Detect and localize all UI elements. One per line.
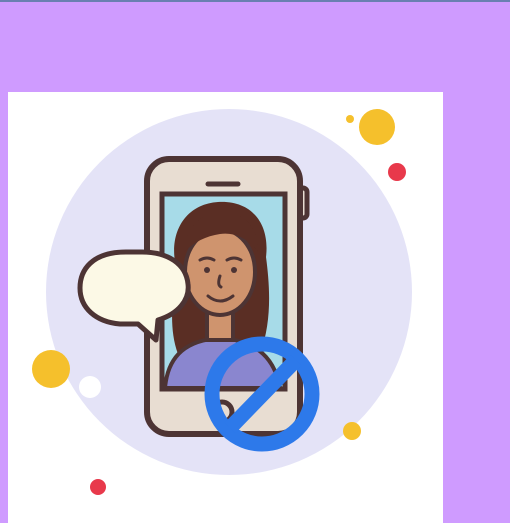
dot-yellow-right <box>343 422 361 440</box>
dot-red-top <box>388 163 406 181</box>
dot-yellow-left <box>32 350 70 388</box>
dot-yellow-tiny <box>346 115 354 123</box>
top-border <box>0 0 510 2</box>
dot-white-left <box>79 376 101 398</box>
dot-yellow-top <box>359 109 395 145</box>
page <box>0 0 510 523</box>
dot-red-bottom <box>90 479 106 495</box>
illustration-card <box>8 92 443 523</box>
no-video-call-icon <box>32 109 412 495</box>
